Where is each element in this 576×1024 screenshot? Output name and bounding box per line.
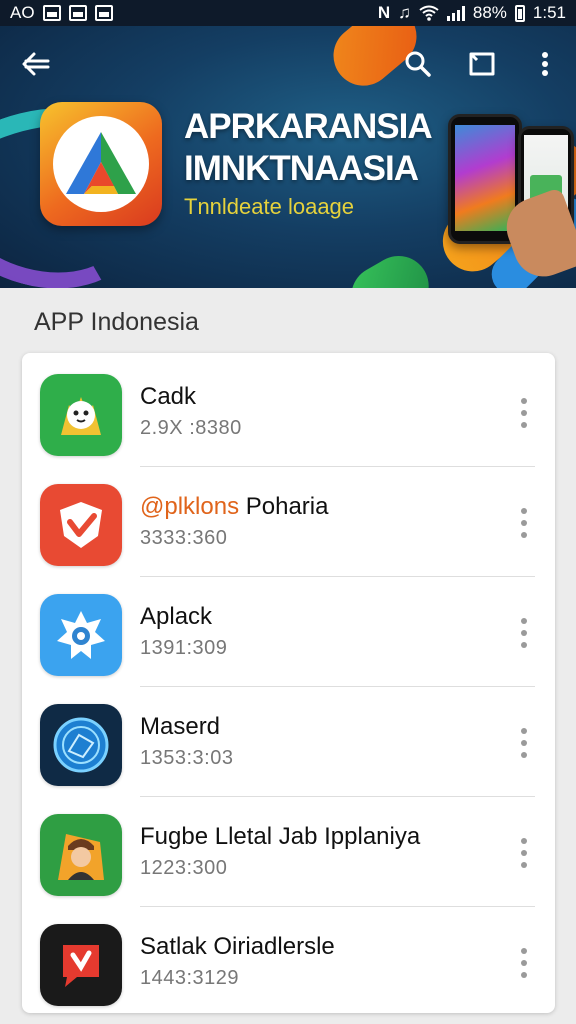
list-item[interactable]: Aplack 1391:309 xyxy=(22,577,555,687)
status-time: 1:51 xyxy=(532,3,566,22)
more-vert-icon[interactable] xyxy=(512,725,536,761)
gallery-icon xyxy=(94,5,113,21)
status-bar: AO N ♫ 88% 1:51 xyxy=(0,0,576,26)
app-name: Aplack xyxy=(140,603,213,630)
chat-bubble-icon xyxy=(40,924,122,1006)
list-item[interactable]: Satlak Oiriadlersle 1443:3129 xyxy=(22,907,555,1017)
app-name: Fugbe Lletal Jab Ipplaniya xyxy=(140,823,421,850)
battery-percent: 88% xyxy=(472,3,507,22)
app-list: Cadk 2.9X :8380 @plklons Poharia 3333:36… xyxy=(22,353,555,1013)
back-button[interactable] xyxy=(16,44,56,84)
app-banner: APRKARANSIA IMNKTNAASIA Tnnldeate loaage xyxy=(0,26,576,288)
status-right: N ♫ 88% 1:51 xyxy=(378,3,566,23)
status-left-text: AO xyxy=(10,3,35,22)
triangle-logo-icon xyxy=(66,132,136,194)
app-meta: 1391:309 xyxy=(140,637,228,659)
app-meta: 3333:360 xyxy=(140,527,228,549)
search-icon xyxy=(405,51,431,77)
app-meta: 1223:300 xyxy=(140,857,228,879)
app-meta: 2.9X :8380 xyxy=(140,417,242,439)
app-name-accent: @plklons xyxy=(140,493,240,520)
app-name: Maserd xyxy=(140,713,221,740)
globe-icon xyxy=(40,704,122,786)
image-icon xyxy=(68,5,87,21)
more-vert-icon[interactable] xyxy=(512,615,536,651)
app-meta: 1443:3129 xyxy=(140,967,240,989)
decor-swoosh xyxy=(340,245,440,288)
search-button[interactable] xyxy=(398,44,438,84)
list-item[interactable]: Cadk 2.9X :8380 xyxy=(22,357,555,467)
arrow-left-icon xyxy=(22,52,50,76)
more-vert-icon[interactable] xyxy=(512,395,536,431)
more-vert-icon[interactable] xyxy=(512,945,536,981)
more-vert-icon[interactable] xyxy=(512,505,536,541)
cast-icon xyxy=(469,52,495,76)
mute-icon: ♫ xyxy=(398,3,411,22)
shield-check-icon xyxy=(40,484,122,566)
more-vert-icon[interactable] xyxy=(512,835,536,871)
notification-icon xyxy=(42,5,61,21)
app-logo xyxy=(40,102,162,226)
app-name: Satlak Oiriadlersle xyxy=(140,933,335,960)
section-title: APP Indonesia xyxy=(34,308,199,336)
banner-title-line1: APRKARANSIA xyxy=(184,107,433,146)
status-left: AO xyxy=(10,3,113,23)
banner-title-line2: IMNKTNAASIA xyxy=(184,149,419,188)
list-item[interactable]: Maserd 1353:3:03 xyxy=(22,687,555,797)
app-name: @plklons Poharia xyxy=(140,493,328,521)
nfc-icon: N xyxy=(377,3,391,22)
app-name: Cadk xyxy=(140,383,197,410)
battery-icon xyxy=(514,4,525,22)
mascot-icon xyxy=(40,374,122,456)
signal-icon xyxy=(446,5,465,21)
camera-shutter-icon xyxy=(40,594,122,676)
more-options-button[interactable] xyxy=(525,44,565,84)
banner-tagline: Tnnldeate loaage xyxy=(184,194,355,219)
character-icon xyxy=(40,814,122,896)
wifi-icon xyxy=(419,5,439,21)
more-vert-icon xyxy=(542,52,548,76)
app-meta: 1353:3:03 xyxy=(140,747,234,769)
cast-button[interactable] xyxy=(462,44,502,84)
list-item[interactable]: @plklons Poharia 3333:360 xyxy=(22,467,555,577)
app-name-rest: Poharia xyxy=(239,493,329,520)
list-item[interactable]: Fugbe Lletal Jab Ipplaniya 1223:300 xyxy=(22,797,555,907)
